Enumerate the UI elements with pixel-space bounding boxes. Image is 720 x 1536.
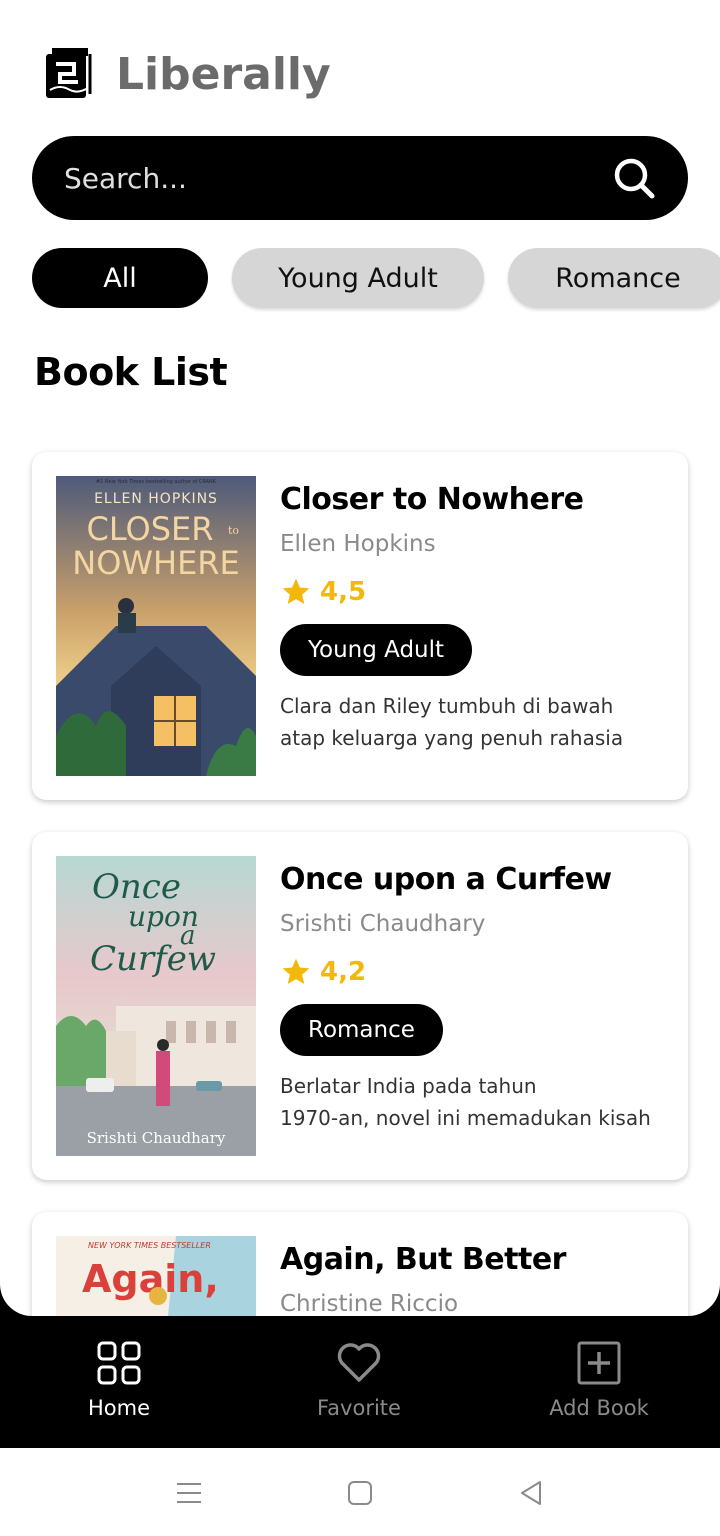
chip-young-adult[interactable]: Young Adult: [232, 248, 484, 308]
heart-icon: [337, 1343, 381, 1382]
book-info: Again, But Better Christine Riccio: [280, 1240, 670, 1316]
system-navigation-bar: [0, 1448, 720, 1536]
star-icon: [282, 958, 310, 984]
book-rating: 4,2: [280, 954, 670, 990]
genre-badge: Young Adult: [280, 624, 473, 676]
book-rating: 4,5: [280, 574, 670, 610]
description-line: 1970-an, novel ini memadukan kisah: [280, 1106, 651, 1130]
cover-title-line4: Curfew: [90, 939, 216, 979]
book-cover: Once upon a Curfew Srishti Chaudhary: [56, 856, 256, 1156]
book-info: Closer to Nowhere Ellen Hopkins 4,5 Youn…: [280, 480, 670, 754]
book-author: Christine Riccio: [280, 1291, 459, 1316]
section-title: Book List: [34, 350, 228, 394]
cover-top-text: NEW YORK TIMES BESTSELLER: [88, 1241, 211, 1250]
book-description: Clara dan Riley tumbuh di bawah atap kel…: [280, 690, 660, 754]
nav-add-book[interactable]: Add Book: [499, 1340, 699, 1420]
book-card[interactable]: NEW YORK TIMES BESTSELLER Again, Again, …: [32, 1212, 688, 1316]
description-line: Berlatar India pada tahun: [280, 1074, 537, 1098]
genre-badge: Romance: [280, 1004, 443, 1056]
book-author: Ellen Hopkins: [280, 531, 436, 557]
book-title: Closer to Nowhere: [280, 482, 584, 517]
rating-value: 4,5: [320, 577, 367, 607]
book-title: Again, But Better: [280, 1242, 566, 1277]
nav-home-label: Home: [87, 1396, 150, 1420]
app-title: Liberally: [116, 48, 331, 100]
grid-icon: [97, 1341, 141, 1385]
rating-value: 4,2: [320, 957, 367, 987]
cover-author: ELLEN HOPKINS: [94, 491, 218, 507]
plus-square-icon: [577, 1341, 621, 1385]
description-line: Clara dan Riley tumbuh di bawah: [280, 694, 614, 718]
nav-favorite-label: Favorite: [317, 1396, 401, 1420]
search-icon[interactable]: [612, 156, 656, 200]
star-icon: [282, 578, 310, 604]
cover-title-small: to: [228, 524, 239, 537]
book-list: #1 New York Times bestselling author of …: [32, 452, 688, 1316]
app-screen: Liberally All Young Adult Romance Book L…: [0, 0, 720, 1316]
recent-apps-icon[interactable]: [174, 1478, 204, 1508]
back-triangle-icon[interactable]: [516, 1478, 546, 1508]
cover-title-line2: NOWHERE: [72, 544, 240, 582]
book-cover: #1 New York Times bestselling author of …: [56, 476, 256, 776]
book-logo-icon: [46, 48, 92, 98]
description-line: atap keluarga yang penuh rahasia: [280, 726, 624, 750]
book-info: Once upon a Curfew Srishti Chaudhary 4,2…: [280, 860, 670, 1134]
book-cover: NEW YORK TIMES BESTSELLER Again,: [56, 1236, 256, 1316]
cover-title-line1: CLOSER: [87, 510, 214, 548]
book-card[interactable]: #1 New York Times bestselling author of …: [32, 452, 688, 800]
cover-author: Srishti Chaudhary: [87, 1129, 226, 1147]
book-author: Srishti Chaudhary: [280, 911, 486, 937]
nav-favorite[interactable]: Favorite: [259, 1340, 459, 1420]
home-square-icon[interactable]: [345, 1478, 375, 1508]
search-input[interactable]: [64, 161, 612, 195]
category-chips: All Young Adult Romance: [32, 248, 720, 308]
search-bar[interactable]: [32, 136, 688, 220]
book-description: Berlatar India pada tahun 1970-an, novel…: [280, 1070, 660, 1134]
chip-all[interactable]: All: [32, 248, 208, 308]
cover-top-text: #1 New York Times bestselling author of …: [96, 479, 217, 485]
book-title: Once upon a Curfew: [280, 862, 612, 897]
book-card[interactable]: Once upon a Curfew Srishti Chaudhary Onc…: [32, 832, 688, 1180]
app-header: Liberally: [44, 44, 331, 104]
nav-add-book-label: Add Book: [549, 1396, 649, 1420]
nav-home[interactable]: Home: [19, 1340, 219, 1420]
chip-romance[interactable]: Romance: [508, 248, 720, 308]
